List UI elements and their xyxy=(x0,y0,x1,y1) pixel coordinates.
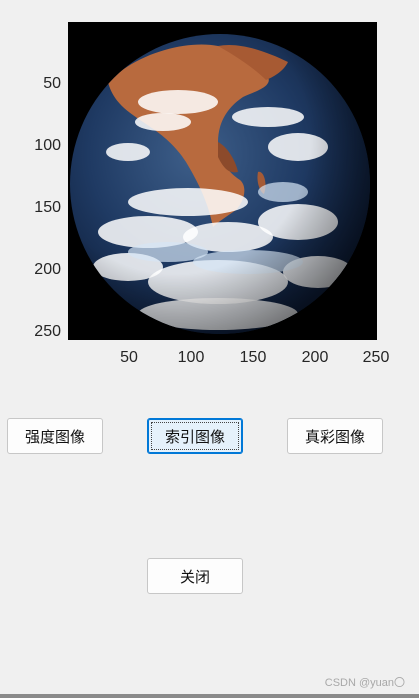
indexed-image-button[interactable]: 索引图像 xyxy=(147,418,243,454)
y-tick-label: 200 xyxy=(34,261,61,278)
watermark: CSDN @yuan〇 xyxy=(324,677,405,689)
x-tick-label: 50 xyxy=(120,349,138,366)
x-tick-label: 150 xyxy=(239,349,267,366)
truecolor-image-button[interactable]: 真彩图像 xyxy=(287,418,383,454)
y-tick-label: 150 xyxy=(34,199,61,216)
earth-globe-graphic xyxy=(68,22,377,340)
earth-image xyxy=(68,22,377,340)
x-tick-label: 250 xyxy=(362,349,390,366)
image-axes: 50 100 150 200 250 50 100 150 200 250 xyxy=(0,0,419,380)
intensity-image-button[interactable]: 强度图像 xyxy=(7,418,103,454)
y-tick-label: 100 xyxy=(34,137,61,154)
x-tick-label: 100 xyxy=(177,349,205,366)
close-button[interactable]: 关闭 xyxy=(147,558,243,594)
y-tick-label: 250 xyxy=(34,323,61,340)
x-tick-label: 200 xyxy=(301,349,329,366)
bottom-divider xyxy=(0,694,419,698)
y-tick-label: 50 xyxy=(43,75,61,92)
